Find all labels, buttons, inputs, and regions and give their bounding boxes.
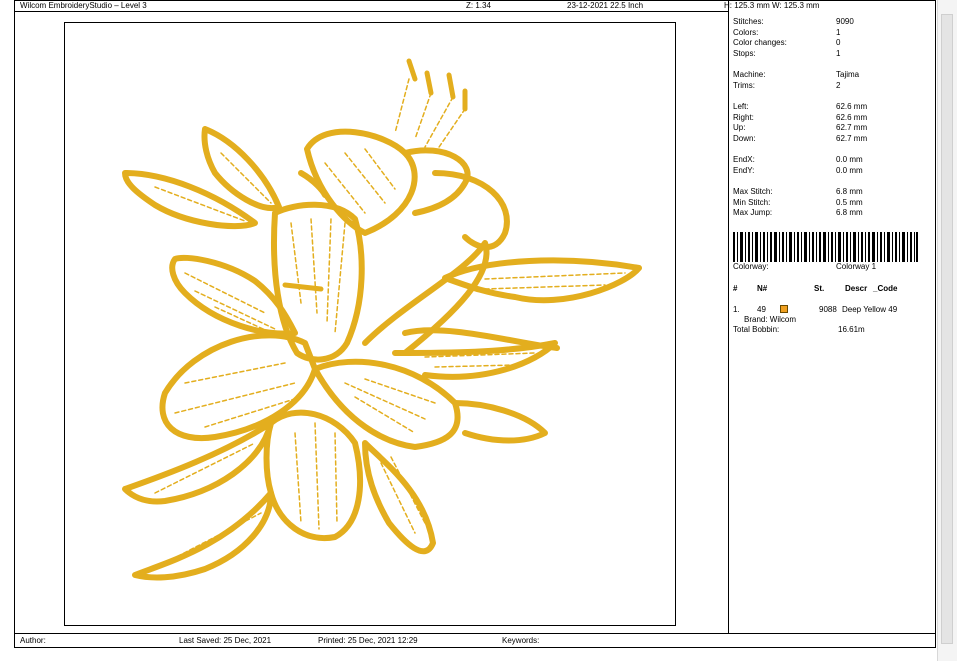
trims-value: 2	[836, 81, 841, 90]
max-jump-value: 6.8 mm	[836, 208, 863, 217]
min-stitch-value: 0.5 mm	[836, 198, 863, 207]
color-changes-label: Color changes:	[733, 38, 787, 47]
colors-value: 1	[836, 28, 841, 37]
endy-label: EndY:	[733, 166, 755, 175]
colorway-value: Colorway 1	[836, 262, 877, 271]
col-header-descr: Descr	[845, 284, 868, 293]
machine-value: Tajima	[836, 70, 860, 79]
scrollbar-thumb[interactable]	[941, 14, 953, 644]
col-header-number: N#	[757, 284, 768, 293]
zoom-readout: Z: 1.34	[466, 1, 491, 10]
keywords-field: Keywords:	[502, 636, 540, 645]
stitches-label: Stitches:	[733, 17, 764, 26]
endx-label: EndX:	[733, 155, 755, 164]
total-bobbin-value: 16.61m	[838, 325, 865, 334]
down-label: Down:	[733, 134, 756, 143]
page-header: Wilcom EmbroideryStudio – Level 3 Z: 1.3…	[14, 0, 728, 12]
page-footer: Author: Last Saved: 25 Dec, 2021 Printed…	[14, 633, 936, 648]
design-preview	[64, 22, 676, 626]
endy-value: 0.0 mm	[836, 166, 863, 175]
author-field: Author:	[20, 636, 46, 645]
min-stitch-label: Min Stitch:	[733, 198, 771, 207]
vertical-scrollbar[interactable]	[937, 0, 957, 661]
thread-brand: Brand: Wilcom	[744, 315, 797, 324]
total-bobbin-label: Total Bobbin:	[733, 325, 780, 334]
endx-value: 0.0 mm	[836, 155, 863, 164]
stops-value: 1	[836, 49, 841, 58]
up-label: Up:	[733, 123, 746, 132]
up-value: 62.7 mm	[836, 123, 868, 132]
color-swatch	[780, 305, 788, 313]
right-value: 62.6 mm	[836, 113, 868, 122]
left-value: 62.6 mm	[836, 102, 868, 111]
last-saved: Last Saved: 25 Dec, 2021	[179, 636, 272, 645]
printed-date: Printed: 25 Dec, 2021 12:29	[318, 636, 418, 645]
right-label: Right:	[733, 113, 754, 122]
colorway-label: Colorway:	[733, 262, 769, 271]
col-header-code: _Code	[873, 284, 898, 293]
down-value: 62.7 mm	[836, 134, 868, 143]
color-row-index: 1.	[733, 305, 740, 314]
left-label: Left:	[733, 102, 749, 111]
color-row-number: 49	[757, 305, 766, 314]
machine-label: Machine:	[733, 70, 766, 79]
max-jump-label: Max Jump:	[733, 208, 773, 217]
color-row-stitches: 9088	[819, 305, 837, 314]
barcode-icon	[733, 232, 918, 262]
app-title: Wilcom EmbroideryStudio – Level 3	[20, 1, 147, 10]
stitches-value: 9090	[836, 17, 854, 26]
col-header-index: #	[733, 284, 738, 293]
stops-label: Stops:	[733, 49, 756, 58]
color-row-description: Deep Yellow 49	[842, 305, 898, 314]
flower-embroidery-icon	[122, 58, 642, 581]
design-date: 23-12-2021 22.5 Inch	[567, 1, 644, 10]
max-stitch-value: 6.8 mm	[836, 187, 863, 196]
design-size: H: 125.3 mm W: 125.3 mm	[724, 1, 820, 10]
panel-divider	[728, 0, 729, 634]
col-header-stitches: St.	[814, 284, 825, 293]
colors-label: Colors:	[733, 28, 759, 37]
max-stitch-label: Max Stitch:	[733, 187, 773, 196]
color-changes-value: 0	[836, 38, 841, 47]
trims-label: Trims:	[733, 81, 755, 90]
